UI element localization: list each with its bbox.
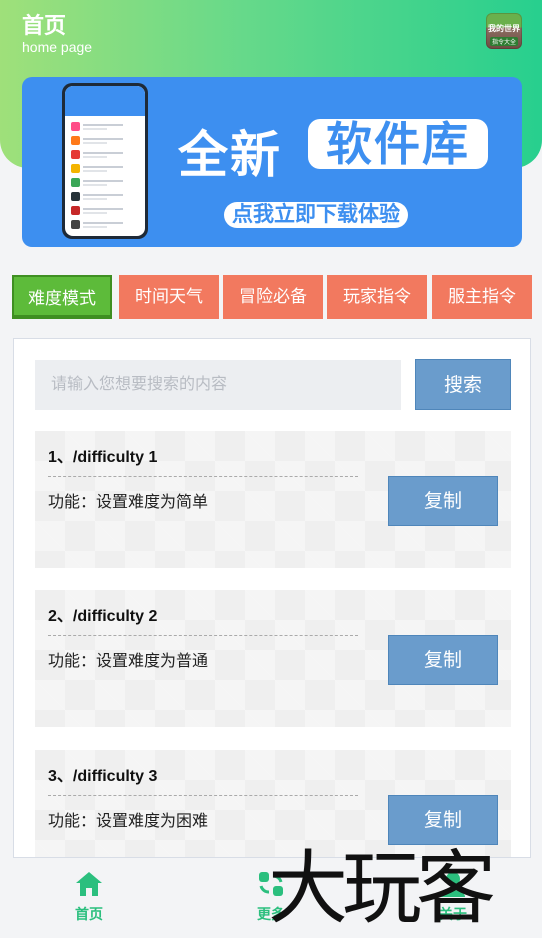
tab-time-weather[interactable]: 时间天气 <box>119 275 219 319</box>
app-logo-icon[interactable]: 我的世界 指令大全 <box>486 13 522 49</box>
command-list-panel: 请输入您想要搜索的内容 搜索 1、/difficulty 1 功能：设置难度为简… <box>13 338 531 858</box>
command-title: 3、/difficulty 3 <box>48 768 158 785</box>
phone-mockup-image <box>62 83 148 239</box>
search-button[interactable]: 搜索 <box>415 359 511 410</box>
search-input[interactable]: 请输入您想要搜索的内容 <box>35 360 401 410</box>
page-subtitle: home page <box>22 39 93 55</box>
promo-banner[interactable]: 全新 软件库 点我立即下载体验 <box>22 77 522 247</box>
tab-player-commands[interactable]: 玩家指令 <box>327 275 427 319</box>
home-icon <box>76 872 102 896</box>
command-description: 功能：设置难度为困难 <box>48 813 209 830</box>
nav-home[interactable]: 首页 <box>29 870 149 924</box>
command-card: 2、/difficulty 2 功能：设置难度为普通 复制 <box>35 590 511 727</box>
banner-headline-pill: 软件库 <box>308 119 488 169</box>
banner-download-cta[interactable]: 点我立即下载体验 <box>224 202 408 228</box>
tab-adventure[interactable]: 冒险必备 <box>223 275 323 319</box>
app-logo-subtext: 指令大全 <box>490 37 518 46</box>
category-tabs: 难度模式 时间天气 冒险必备 玩家指令 服主指令 <box>12 275 532 321</box>
page-title: 首页 <box>22 13 67 38</box>
divider <box>48 635 358 636</box>
nav-home-label: 首页 <box>75 906 103 922</box>
command-title: 2、/difficulty 2 <box>48 608 158 625</box>
tab-server-commands[interactable]: 服主指令 <box>432 275 532 319</box>
command-card: 1、/difficulty 1 功能：设置难度为简单 复制 <box>35 431 511 568</box>
copy-button[interactable]: 复制 <box>388 476 498 526</box>
command-description: 功能：设置难度为普通 <box>48 653 209 670</box>
tab-difficulty-mode[interactable]: 难度模式 <box>12 275 112 319</box>
copy-button[interactable]: 复制 <box>388 795 498 845</box>
watermark-text: 大玩客 <box>268 842 496 935</box>
copy-button[interactable]: 复制 <box>388 635 498 685</box>
divider <box>48 476 358 477</box>
app-logo-text: 我的世界 <box>488 24 520 33</box>
banner-headline: 全新 <box>178 127 282 183</box>
command-title: 1、/difficulty 1 <box>48 449 158 466</box>
command-description: 功能：设置难度为简单 <box>48 494 209 511</box>
divider <box>48 795 358 796</box>
